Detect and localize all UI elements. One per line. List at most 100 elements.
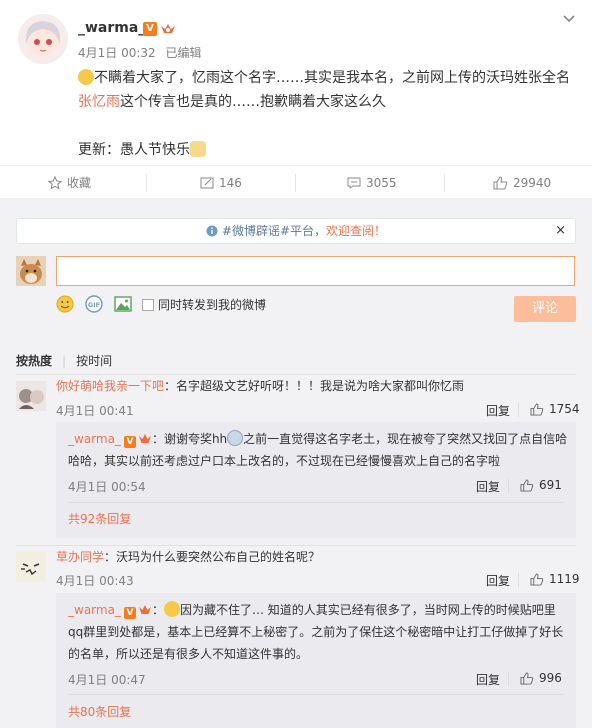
sub-reply-like-button[interactable]: 691 <box>520 478 562 492</box>
verified-badge-icon: V <box>123 607 136 619</box>
sub-reply-body-a: ： <box>151 603 164 617</box>
divider <box>508 672 509 686</box>
tab-hot[interactable]: 按热度 <box>16 354 52 368</box>
member-crown-icon <box>138 605 151 614</box>
more-replies-link[interactable]: 共80条回复 <box>68 703 131 720</box>
comment-body: ：名字超级文艺好听呀！！！我是说为啥大家都叫你忆雨 <box>164 379 465 393</box>
repost-count: 146 <box>219 176 242 190</box>
reply-button[interactable]: 回复 <box>476 671 500 688</box>
forward-checkbox[interactable]: 同时转发到我的微博 <box>142 296 266 313</box>
divider <box>518 573 519 587</box>
like-count: 29940 <box>513 176 552 190</box>
divider <box>444 174 445 192</box>
star-icon <box>47 175 63 190</box>
thumb-up-icon <box>530 573 544 586</box>
reply-user-name[interactable]: _warma_ <box>68 432 121 446</box>
svg-text:GIF: GIF <box>88 301 100 309</box>
sub-reply-time: 4月1日 00:54 <box>68 480 146 494</box>
comment-time: 4月1日 00:43 <box>56 574 134 588</box>
sub-reply-box: _warma_ V：因为藏不住了… 知道的人其实已经有很多了，当时网上传的时候贴吧… <box>56 593 576 728</box>
comment-body: ：沃玛为什么要突然公布自己的姓名呢？ <box>104 550 321 564</box>
sad-emoji-icon <box>227 430 244 446</box>
reply-user-name[interactable]: _warma_ <box>68 603 121 617</box>
divider <box>508 479 509 493</box>
post-time[interactable]: 4月1日 00:32 <box>78 46 156 60</box>
my-avatar[interactable] <box>16 256 46 286</box>
edited-label[interactable]: 已编辑 <box>166 46 202 60</box>
reply-button[interactable]: 回复 <box>476 478 500 495</box>
divider <box>295 174 296 192</box>
comment-text: 你好萌哈我亲一下吧：名字超级文艺好听呀！！！我是说为啥大家都叫你忆雨 <box>56 375 576 397</box>
comment-like-button[interactable]: 1119 <box>530 572 580 586</box>
username[interactable]: _warma_ <box>78 20 145 36</box>
rumor-notice: #微博辟谣#平台，欢迎查阅！ × <box>16 218 576 244</box>
close-icon[interactable]: × <box>555 219 566 243</box>
cat-emoji-icon <box>190 141 206 157</box>
thumb-up-icon <box>530 403 544 416</box>
post-name-link[interactable]: 张忆雨 <box>78 94 120 110</box>
user-avatar[interactable] <box>18 14 68 64</box>
like-button[interactable]: 29940 <box>493 166 551 200</box>
gif-icon[interactable]: GIF <box>85 295 103 313</box>
sort-tabs: 按热度 | 按时间 <box>16 352 122 369</box>
reply-button[interactable]: 回复 <box>486 572 510 589</box>
favorite-button[interactable]: 收藏 <box>47 166 92 200</box>
commenter-name[interactable]: 草办同学 <box>56 550 104 564</box>
sub-reply-box: _warma_ V ：谢谢夸奖hh 之前一直觉得这名字老土，现在被夸了突然又找回了点自… <box>56 422 576 538</box>
weibo-post: _warma_ V 4月1日 00:32 已编辑 不瞒着大家了，忆雨这个名字……… <box>0 0 592 165</box>
image-icon[interactable] <box>114 295 132 313</box>
post-content: 不瞒着大家了，忆雨这个名字……其实是我本名，之前网上传的沃玛姓张全名张忆雨这个传… <box>78 66 578 162</box>
commenter-name[interactable]: 你好萌哈我亲一下吧 <box>56 379 164 393</box>
sub-reply-like-count: 996 <box>539 671 562 685</box>
post-text-b: 这个传言也是真的……抱歉瞒着大家这么久 <box>120 94 386 110</box>
sub-reply-text: _warma_ V ：谢谢夸奖hh 之前一直觉得这名字老土，现在被夸了突然又找回了点自… <box>68 428 568 472</box>
commenter-avatar[interactable] <box>16 381 46 411</box>
thumb-up-icon <box>520 479 534 492</box>
notice-link[interactable]: 欢迎查阅！ <box>326 224 386 238</box>
comment-like-button[interactable]: 1754 <box>530 402 580 416</box>
comment-like-count: 1754 <box>549 402 580 416</box>
member-crown-icon <box>138 434 151 443</box>
smiley-icon[interactable] <box>56 295 74 313</box>
commenter-avatar[interactable] <box>16 552 46 582</box>
divider: | <box>62 354 67 368</box>
notice-text: #微博辟谣#平台， <box>221 224 327 238</box>
repost-button[interactable]: 146 <box>200 166 242 200</box>
forward-label: 同时转发到我的微博 <box>158 298 267 312</box>
comment-time: 4月1日 00:41 <box>56 404 134 418</box>
sub-reply-like-button[interactable]: 996 <box>520 671 562 685</box>
favorite-label: 收藏 <box>67 176 92 190</box>
submit-comment-button[interactable]: 评论 <box>514 296 576 322</box>
more-replies-link[interactable]: 共92条回复 <box>68 510 131 527</box>
sub-reply-text: _warma_ V：因为藏不住了… 知道的人其实已经有很多了，当时网上传的时候贴吧… <box>68 599 568 665</box>
comment-like-count: 1119 <box>549 572 580 586</box>
comment-input[interactable] <box>56 256 575 286</box>
sub-reply-body-a: ：谢谢夸奖hh <box>151 432 228 446</box>
comment-button[interactable]: 3055 <box>347 166 397 200</box>
chevron-down-icon[interactable] <box>562 12 576 26</box>
verified-badge-icon: V <box>123 436 136 448</box>
comment-icon <box>347 177 361 189</box>
post-meta: 4月1日 00:32 已编辑 <box>78 44 202 61</box>
comment-count: 3055 <box>366 176 397 190</box>
sub-reply-like-count: 691 <box>539 478 562 492</box>
divider <box>146 174 147 192</box>
post-action-bar: 收藏 146 3055 29940 <box>0 165 592 199</box>
awkward-emoji-icon <box>163 601 180 617</box>
repost-icon <box>200 177 214 189</box>
tab-time[interactable]: 按时间 <box>76 354 112 368</box>
verified-badge-icon: V <box>143 22 157 36</box>
comment-text: 草办同学：沃玛为什么要突然公布自己的姓名呢？ <box>56 546 576 568</box>
thumb-up-icon <box>520 672 534 685</box>
sub-reply-time: 4月1日 00:47 <box>68 673 146 687</box>
divider <box>518 403 519 417</box>
reply-button[interactable]: 回复 <box>486 402 510 419</box>
divider <box>68 694 564 695</box>
post-update: 更新：愚人节快乐 <box>78 142 190 158</box>
awkward-emoji-icon <box>78 69 94 85</box>
info-icon <box>206 225 218 237</box>
checkbox[interactable] <box>142 299 154 311</box>
post-text-a: 不瞒着大家了，忆雨这个名字……其实是我本名，之前网上传的沃玛姓张全名 <box>94 70 570 86</box>
member-crown-icon <box>161 24 175 33</box>
thumb-up-icon <box>493 176 508 190</box>
